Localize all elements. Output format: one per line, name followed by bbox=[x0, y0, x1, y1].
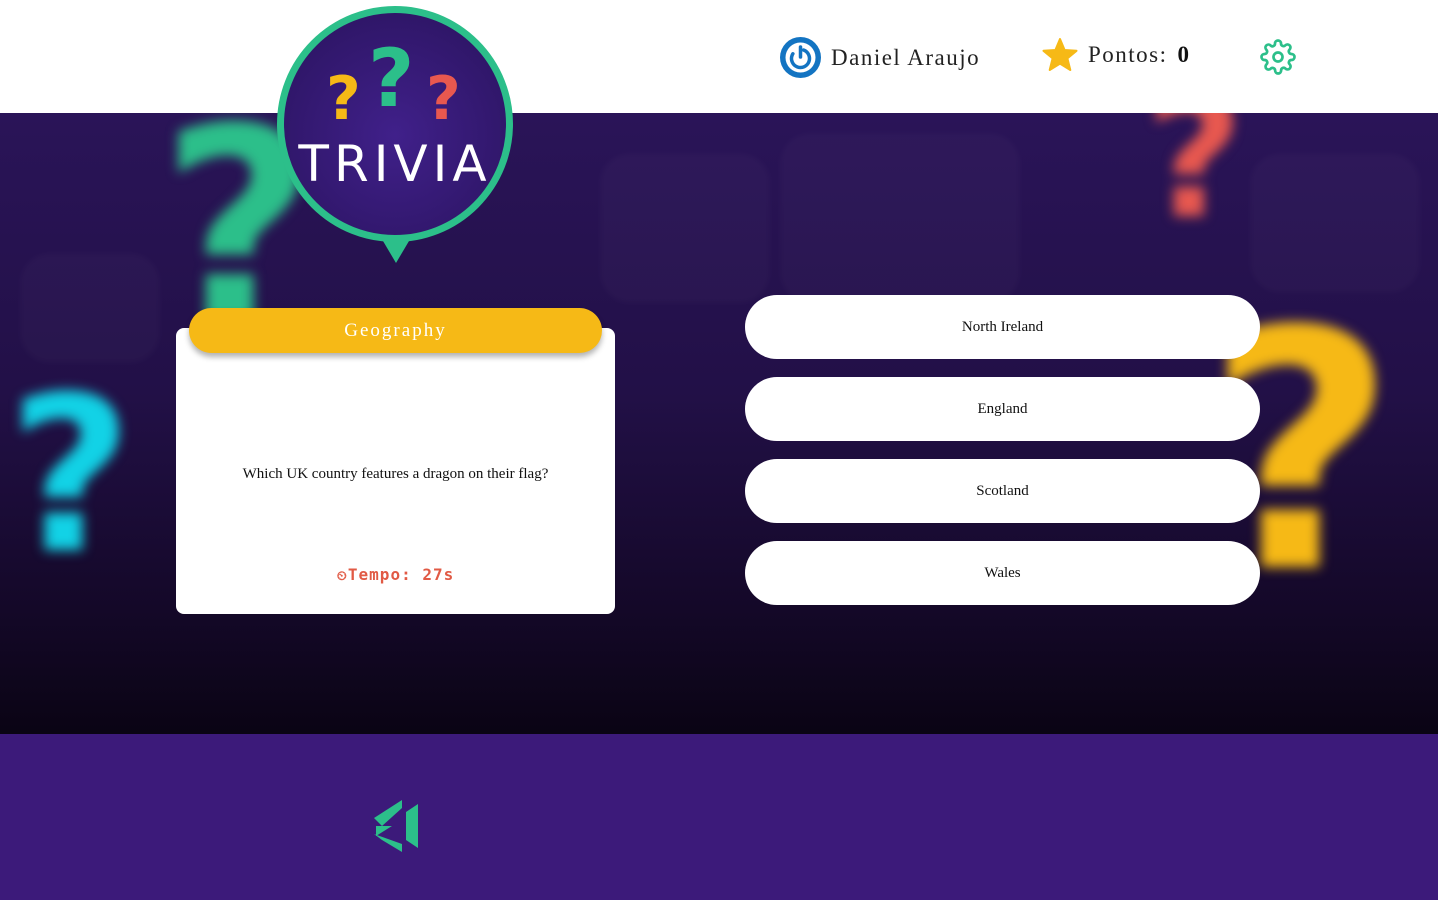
answer-option[interactable]: England bbox=[745, 377, 1260, 441]
logo-text: TRIVIA bbox=[298, 135, 492, 193]
top-bar: Daniel Araujo Pontos: 0 bbox=[0, 0, 1438, 113]
gear-icon[interactable] bbox=[1260, 39, 1296, 75]
points-display: Pontos: 0 bbox=[1042, 38, 1189, 72]
background-question-mark: ? bbox=[8, 350, 133, 601]
trivia-logo: ? ? ? TRIVIA bbox=[277, 6, 513, 242]
logo-question-mark: ? bbox=[368, 32, 415, 125]
background-question-mark: ? bbox=[1145, 113, 1244, 257]
timer-icon: ⏲ bbox=[336, 569, 348, 584]
points-value: 0 bbox=[1177, 42, 1190, 67]
question-text: Which UK country features a dragon on th… bbox=[242, 466, 549, 482]
background-shape bbox=[20, 253, 160, 363]
background-shape bbox=[780, 133, 1020, 303]
points-label: Pontos: bbox=[1088, 42, 1168, 67]
settings-button[interactable] bbox=[1260, 39, 1296, 80]
logo-question-mark: ? bbox=[426, 64, 461, 134]
footer bbox=[0, 734, 1438, 900]
category-label: Geography bbox=[344, 319, 447, 341]
timer: ⏲Tempo: 27s bbox=[176, 565, 615, 584]
answer-option[interactable]: North Ireland bbox=[745, 295, 1260, 359]
timer-label: Tempo: 27s bbox=[347, 565, 455, 584]
star-icon bbox=[1042, 38, 1078, 71]
question-card: Which UK country features a dragon on th… bbox=[176, 328, 615, 614]
logo-question-mark: ? bbox=[326, 64, 361, 134]
user-name: Daniel Araujo bbox=[831, 44, 981, 70]
category-banner: Geography bbox=[189, 308, 602, 353]
power-icon[interactable] bbox=[780, 37, 821, 78]
background-shape bbox=[600, 153, 770, 303]
answer-option[interactable]: Wales bbox=[745, 541, 1260, 605]
answer-option[interactable]: Scotland bbox=[745, 459, 1260, 523]
user-info[interactable]: Daniel Araujo bbox=[780, 37, 980, 78]
logo-pointer bbox=[383, 241, 409, 263]
footer-brand-icon bbox=[374, 800, 418, 852]
